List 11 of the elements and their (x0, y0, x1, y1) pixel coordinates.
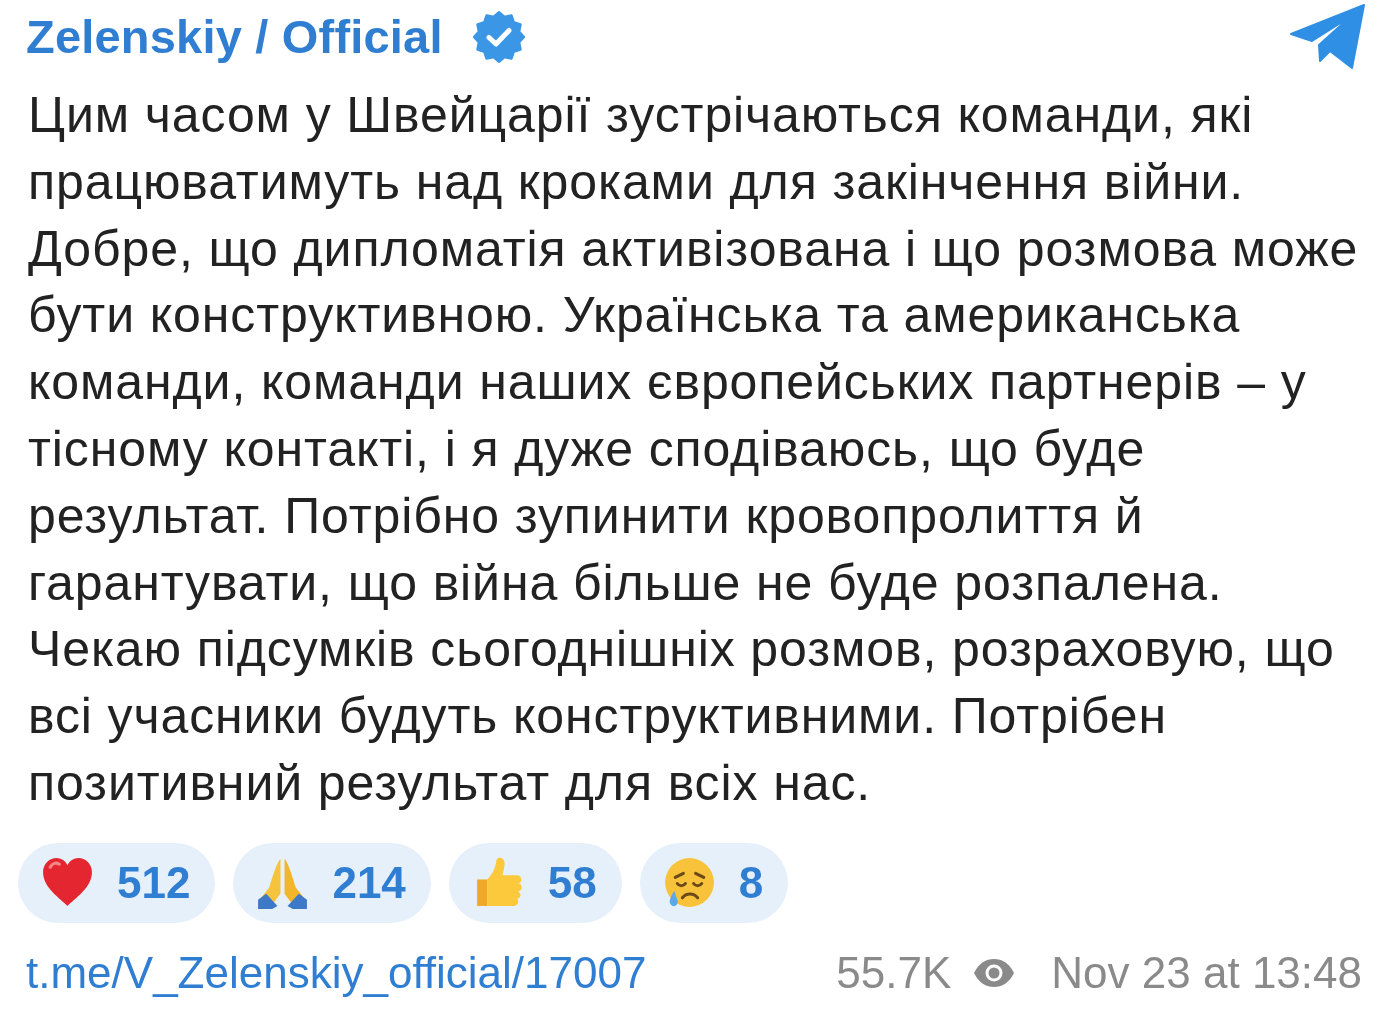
view-count: 55.7K (836, 946, 952, 999)
reaction-button[interactable]: 8 (639, 842, 789, 923)
post-text: Цим часом у Швейцарії зустрічаються команди, які працюватимуть над кроками для закінчення війни. Добре, що дипломатія активізована і що розмова може бути конструктивною. Українська та американська команди, команди наших європейських партнерів – у тісному контакті, і я дуже сподіваюсь, що буде результат. Потрібно зупинити кровопролиття й гарантувати, що війна більше не буде розпалена. Чекаю підсумків сьогоднішніх розмов, розраховую, що всі учасники будуть конструктивними. Потрібен позитивний результат для всіх нас. (28, 86, 1360, 813)
post-date: Nov 23 at 13:48 (1051, 946, 1362, 999)
eye-icon (973, 957, 1016, 988)
channel-name[interactable]: Zelenskiy / Official (26, 8, 443, 66)
reaction-button[interactable]: 512 (18, 842, 216, 923)
paper-plane-icon[interactable] (1290, 4, 1366, 70)
post-link[interactable]: t.me/V_Zelenskiy_official/17007 (26, 946, 647, 999)
reaction-button[interactable]: 58 (448, 842, 622, 923)
reaction-button[interactable]: 214 (233, 842, 431, 923)
